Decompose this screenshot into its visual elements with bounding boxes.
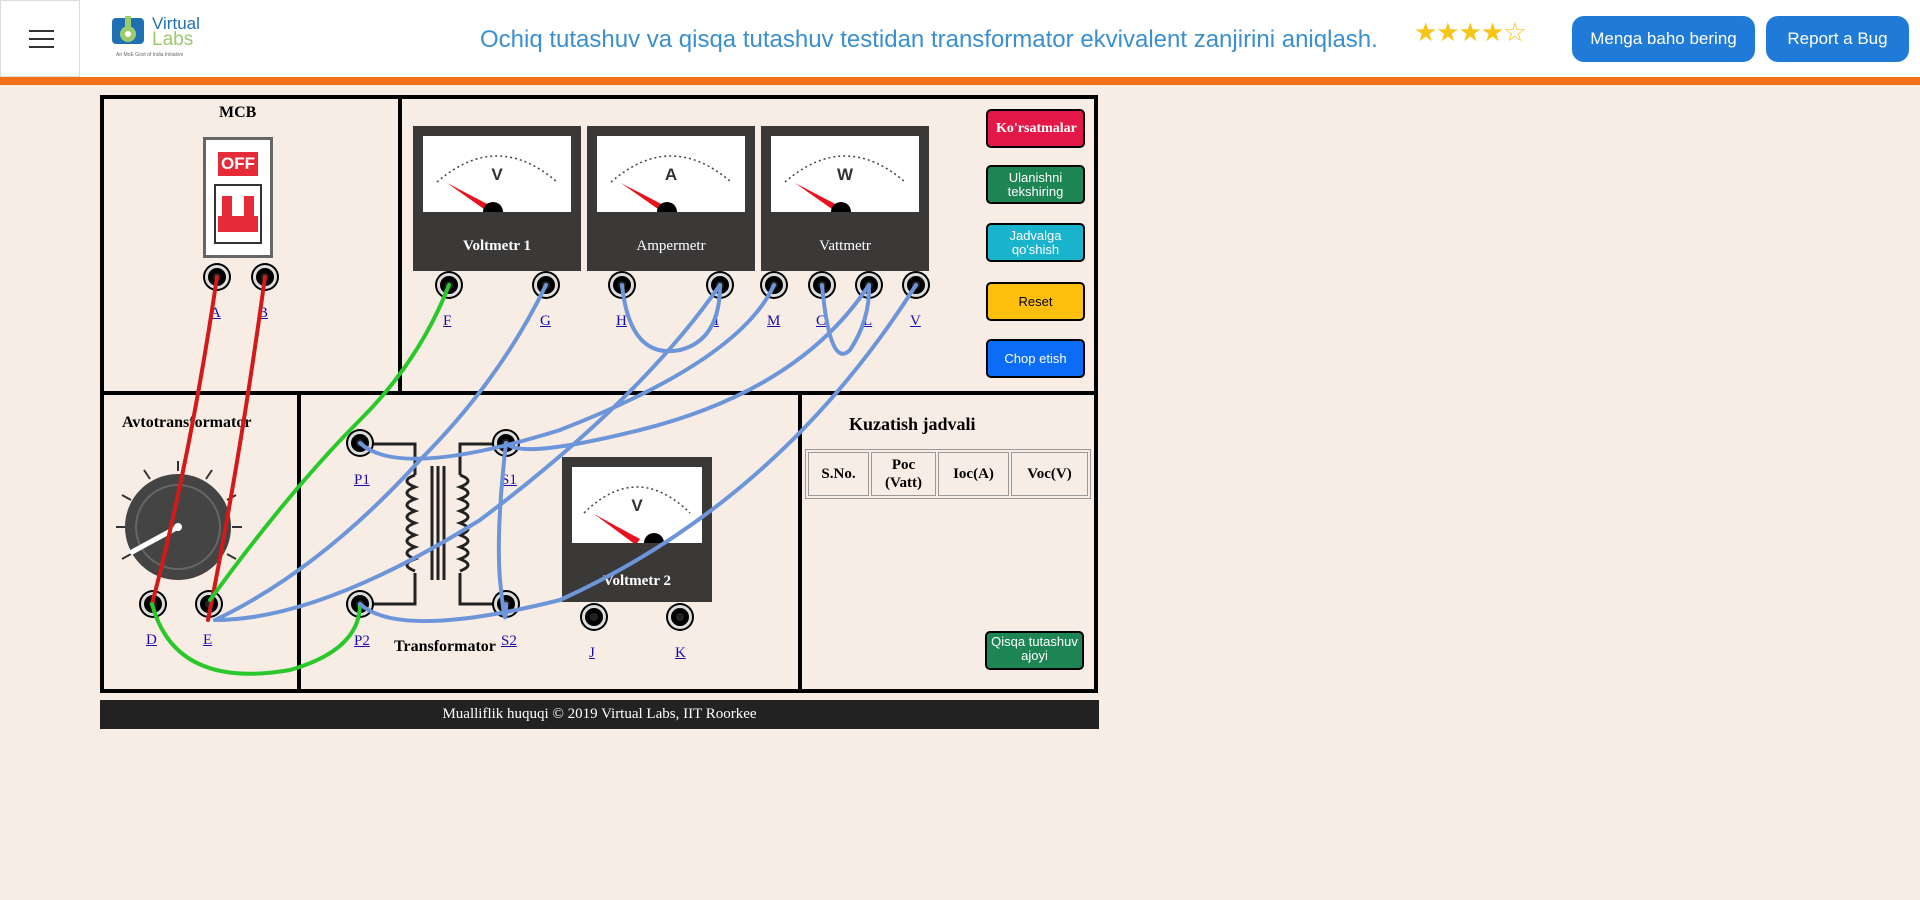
terminal-v-label: V — [910, 313, 921, 329]
terminal-l-label: L — [863, 313, 873, 329]
terminal-j-label: J — [589, 645, 595, 661]
terminal-p2-label: P2 — [354, 633, 370, 649]
reset-button[interactable]: Reset — [986, 282, 1085, 321]
short-circuit-button[interactable]: Qisqa tutashuv ajoyi — [985, 631, 1084, 670]
print-button[interactable]: Chop etish — [986, 339, 1085, 378]
column-voc: Voc(V) — [1011, 452, 1088, 496]
terminal-i-label: I — [714, 313, 719, 329]
check-connections-button[interactable]: Ulanishni tekshiring — [986, 165, 1085, 204]
terminal-c-label: C — [816, 313, 827, 329]
terminal-k[interactable] — [668, 605, 692, 629]
terminal-s2[interactable] — [494, 592, 518, 616]
terminal-p1-label: P1 — [354, 472, 370, 488]
hamburger-menu-button[interactable] — [0, 0, 80, 77]
virtual-labs-logo[interactable]: Virtual Labs An MoE Govt of India Initia… — [108, 12, 203, 64]
terminal-f-label: F — [443, 313, 452, 329]
voltmeter-2: V Voltmetr 2 — [562, 457, 712, 602]
terminal-a-label: A — [210, 305, 221, 321]
observation-header-row: S.No. Poc (Vatt) Ioc(A) Voc(V) — [808, 452, 1088, 496]
column-ioc: Ioc(A) — [938, 452, 1009, 496]
wattmeter-name: Vattmetr — [819, 238, 871, 254]
voltmeter-2-symbol: V — [631, 496, 643, 515]
page-title: Ochiq tutashuv va qisqa tutashuv testida… — [480, 26, 1378, 53]
terminal-c[interactable] — [810, 273, 834, 297]
terminal-e[interactable] — [197, 592, 221, 616]
observation-title: Kuzatish jadvali — [849, 414, 976, 434]
terminal-i[interactable] — [708, 273, 732, 297]
rate-me-button[interactable]: Menga baho bering — [1572, 16, 1755, 62]
terminal-k-label: K — [675, 645, 686, 661]
terminal-d[interactable] — [141, 592, 165, 616]
mcb-switch[interactable]: OFF — [203, 137, 273, 258]
terminal-v[interactable] — [904, 273, 928, 297]
terminal-m[interactable] — [762, 273, 786, 297]
instructions-button[interactable]: Ko'rsatmalar — [986, 109, 1085, 148]
terminal-f[interactable] — [437, 273, 461, 297]
mcb-title: MCB — [219, 104, 257, 121]
voltmeter-2-dial: V — [572, 467, 702, 553]
column-poc: Poc (Vatt) — [871, 452, 936, 496]
terminal-d-label: D — [146, 632, 157, 648]
terminal-m-label: M — [767, 313, 781, 329]
terminal-e-label: E — [203, 632, 213, 648]
top-header: Virtual Labs An MoE Govt of India Initia… — [0, 0, 1920, 77]
header-accent-bar — [0, 77, 1920, 85]
voltmeter-2-name: Voltmetr 2 — [603, 573, 671, 589]
terminal-b[interactable] — [253, 265, 277, 289]
report-bug-button[interactable]: Report a Bug — [1766, 16, 1909, 62]
terminal-h[interactable] — [610, 273, 634, 297]
footer-copyright: Mualliflik huquqi © 2019 Virtual Labs, I… — [100, 700, 1099, 729]
transformer-title: Transformator — [394, 638, 496, 655]
ammeter-symbol: A — [665, 165, 677, 184]
ammeter: A Ampermetr — [587, 126, 755, 271]
autotransformer-title: Avtotransformator — [122, 414, 252, 431]
wattmeter-dial: W — [771, 136, 919, 222]
terminal-s1[interactable] — [494, 431, 518, 455]
transformer-symbol — [360, 440, 510, 610]
terminal-g-label: G — [540, 313, 551, 329]
terminal-p1[interactable] — [348, 431, 372, 455]
voltmeter-1-dial: V — [423, 136, 571, 222]
terminal-b-label: B — [258, 305, 269, 321]
voltmeter-1-symbol: V — [491, 165, 503, 184]
mcb-off-label: OFF — [218, 152, 258, 176]
terminal-j[interactable] — [582, 605, 606, 629]
column-sno: S.No. — [808, 452, 869, 496]
terminal-p2[interactable] — [348, 592, 372, 616]
terminal-h-label: H — [616, 313, 627, 329]
terminal-l[interactable] — [857, 273, 881, 297]
terminal-a[interactable] — [205, 265, 229, 289]
autotransformer-knob[interactable] — [112, 455, 247, 590]
voltmeter-1: V Voltmetr 1 — [413, 126, 581, 271]
ammeter-dial: A — [597, 136, 745, 222]
wattmeter: W Vattmetr — [761, 126, 929, 271]
logo-text: Virtual Labs — [152, 14, 200, 50]
mcb-lever-housing — [214, 184, 262, 244]
terminal-s1-label: S1 — [501, 472, 517, 488]
observation-table: S.No. Poc (Vatt) Ioc(A) Voc(V) — [805, 449, 1091, 499]
voltmeter-1-name: Voltmetr 1 — [463, 238, 531, 254]
flask-icon — [112, 16, 144, 44]
logo-tagline: An MoE Govt of India Initiative — [116, 52, 184, 58]
add-to-table-button[interactable]: Jadvalga qo'shish — [986, 223, 1085, 262]
rating-stars: ★★★★☆ — [1414, 18, 1527, 48]
wattmeter-symbol: W — [837, 165, 854, 184]
ammeter-name: Ampermetr — [636, 238, 706, 254]
terminal-s2-label: S2 — [501, 633, 517, 649]
terminal-g[interactable] — [534, 273, 558, 297]
